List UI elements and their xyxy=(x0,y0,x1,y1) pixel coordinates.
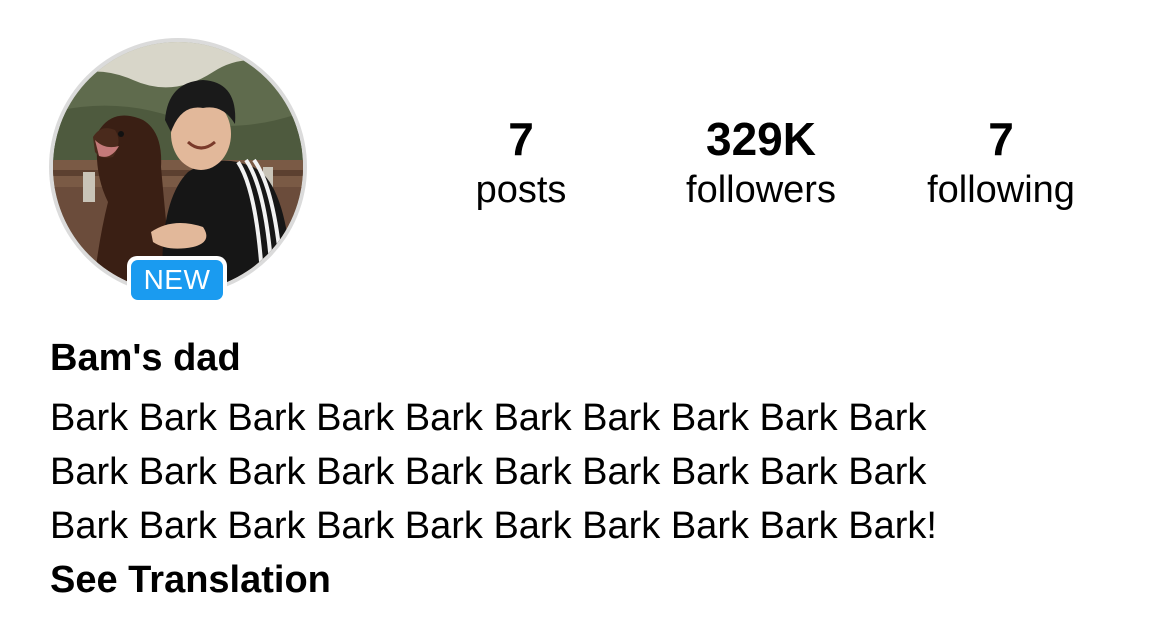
posts-count: 7 xyxy=(508,113,534,165)
bio-line: Bark Bark Bark Bark Bark Bark Bark Bark … xyxy=(50,397,927,439)
followers-stat[interactable]: 329K followers xyxy=(641,112,881,214)
posts-label: posts xyxy=(475,169,567,211)
profile-name: Bam's dad xyxy=(50,337,241,379)
following-stat[interactable]: 7 following xyxy=(881,112,1121,214)
bio-line: Bark Bark Bark Bark Bark Bark Bark Bark … xyxy=(50,505,937,547)
profile-bio: Bark Bark Bark Bark Bark Bark Bark Bark … xyxy=(50,391,1110,553)
avatar-photo-graphic xyxy=(53,42,303,292)
following-label: following xyxy=(927,169,1075,211)
bio-line: Bark Bark Bark Bark Bark Bark Bark Bark … xyxy=(50,451,927,493)
see-translation-link[interactable]: See Translation xyxy=(50,555,331,605)
posts-stat[interactable]: 7 posts xyxy=(401,112,641,214)
new-badge: NEW xyxy=(127,256,227,304)
followers-count: 329K xyxy=(706,113,816,165)
avatar-photo xyxy=(53,42,303,292)
following-count: 7 xyxy=(988,113,1014,165)
followers-label: followers xyxy=(686,169,836,211)
new-badge-label: NEW xyxy=(131,260,223,300)
profile-avatar[interactable]: NEW xyxy=(49,38,307,304)
